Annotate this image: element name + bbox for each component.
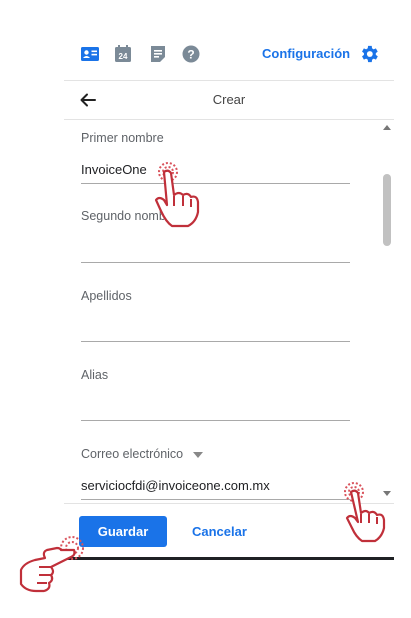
middle-name-label: Segundo nombre (81, 209, 177, 223)
chevron-down-icon[interactable] (193, 451, 204, 458)
pointer-hand-icon (154, 162, 200, 228)
scroll-up-arrow-icon[interactable] (383, 125, 391, 130)
calendar-day-number: 24 (119, 52, 128, 61)
email-label[interactable]: Correo electrónico (81, 447, 350, 461)
form-scrollbar[interactable] (379, 119, 395, 503)
save-button[interactable]: Guardar (79, 516, 167, 547)
top-toolbar: 24 ? Configuración (64, 38, 394, 72)
form-header: Crear (64, 82, 394, 118)
notes-icon[interactable] (148, 44, 168, 64)
email-underline (81, 499, 350, 500)
page-title: Crear (212, 92, 246, 107)
nickname-field[interactable]: Alias (81, 368, 350, 421)
last-name-field[interactable]: Apellidos (81, 289, 350, 342)
pointer-hand-icon (344, 482, 386, 543)
toolbar-divider (64, 80, 394, 81)
svg-text:?: ? (187, 48, 194, 62)
bottom-edge-bar (64, 557, 394, 560)
last-name-underline (81, 341, 350, 342)
settings-link[interactable]: Configuración (262, 46, 350, 61)
email-label-text: Correo electrónico (81, 447, 184, 461)
middle-name-field[interactable]: Segundo nombre (81, 209, 350, 263)
pointer-hand-icon (19, 536, 84, 593)
first-name-label: Primer nombre (81, 131, 164, 145)
contact-form: Primer nombre InvoiceOne Segundo nombre … (64, 119, 367, 503)
contact-card-icon[interactable] (80, 44, 100, 64)
gear-icon[interactable] (358, 43, 380, 65)
first-name-input[interactable]: InvoiceOne (81, 162, 147, 177)
nickname-underline (81, 420, 350, 421)
help-icon[interactable]: ? (181, 44, 201, 64)
calendar-icon[interactable]: 24 (113, 44, 133, 64)
middle-name-underline (81, 262, 350, 263)
email-field[interactable]: Correo electrónico serviciocfdi@invoiceo… (81, 447, 350, 500)
last-name-label: Apellidos (81, 289, 132, 303)
first-name-underline (81, 183, 350, 184)
cancel-button[interactable]: Cancelar (186, 516, 253, 547)
nickname-label: Alias (81, 368, 109, 382)
first-name-field[interactable]: Primer nombre InvoiceOne (81, 131, 350, 184)
email-input[interactable]: serviciocfdi@invoiceone.com.mx (81, 478, 270, 493)
scrollbar-thumb[interactable] (383, 174, 391, 246)
